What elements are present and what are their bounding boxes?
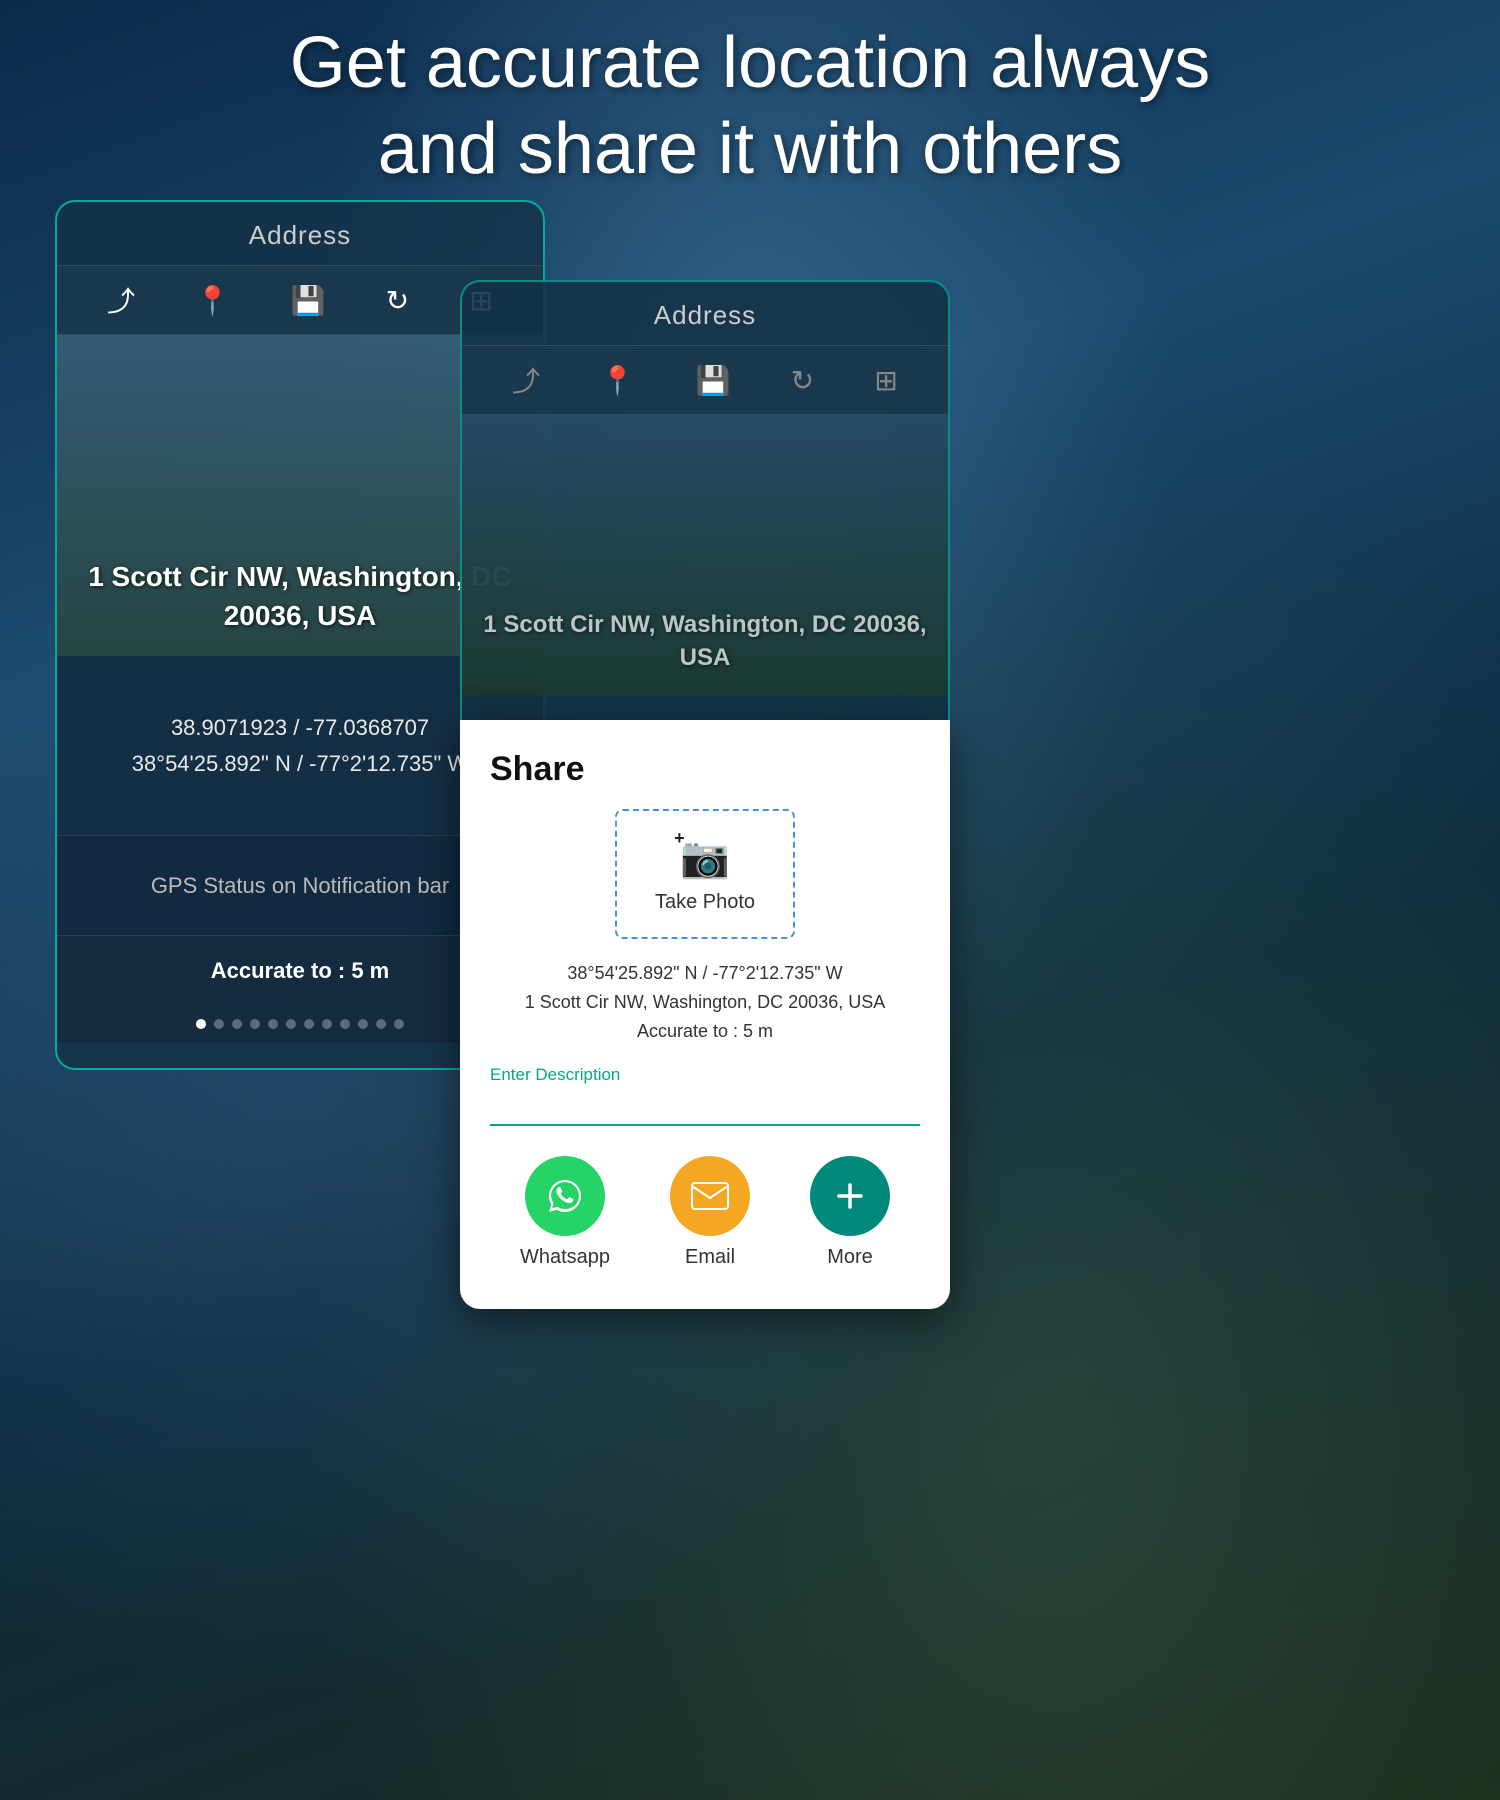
email-label: Email xyxy=(685,1246,735,1269)
headline: Get accurate location always and share i… xyxy=(0,20,1500,193)
card-front-address: 1 Scott Cir NW, Washington, DC 20036, US… xyxy=(482,608,928,675)
share-address: 1 Scott Cir NW, Washington, DC 20036, US… xyxy=(490,988,920,1017)
grid-icon-front[interactable]: ⊞ xyxy=(874,364,897,397)
share-info: 38°54'25.892" N / -77°2'12.735" W 1 Scot… xyxy=(490,959,920,1045)
dot-3[interactable] xyxy=(232,1019,242,1029)
headline-line1: Get accurate location always xyxy=(80,20,1420,106)
dot-1[interactable] xyxy=(196,1019,206,1029)
dot-12[interactable] xyxy=(394,1019,404,1029)
camera-plus-icon: + xyxy=(674,828,685,849)
description-input[interactable] xyxy=(490,1091,920,1126)
camera-icon: + 📷 xyxy=(680,834,730,881)
share-actions: Whatsapp Email More xyxy=(490,1156,920,1269)
location-icon[interactable]: 📍 xyxy=(195,284,230,317)
refresh-icon-front[interactable]: ↻ xyxy=(791,364,814,397)
more-label: More xyxy=(827,1246,873,1269)
dot-10[interactable] xyxy=(358,1019,368,1029)
dot-2[interactable] xyxy=(214,1019,224,1029)
dot-9[interactable] xyxy=(340,1019,350,1029)
location-icon-front[interactable]: 📍 xyxy=(600,364,635,397)
headline-line2: and share it with others xyxy=(80,106,1420,192)
dot-11[interactable] xyxy=(376,1019,386,1029)
share-panel: Share + 📷 Take Photo 38°54'25.892" N / -… xyxy=(460,720,950,1309)
dot-6[interactable] xyxy=(286,1019,296,1029)
whatsapp-button[interactable]: Whatsapp xyxy=(520,1156,610,1269)
dot-7[interactable] xyxy=(304,1019,314,1029)
dot-4[interactable] xyxy=(250,1019,260,1029)
whatsapp-icon xyxy=(525,1156,605,1236)
card-front-image: 1 Scott Cir NW, Washington, DC 20036, US… xyxy=(462,415,948,695)
desc-label: Enter Description xyxy=(490,1065,920,1085)
share-coords: 38°54'25.892" N / -77°2'12.735" W xyxy=(490,959,920,988)
card-front-title: Address xyxy=(462,282,948,345)
email-button[interactable]: Email xyxy=(670,1156,750,1269)
email-icon xyxy=(670,1156,750,1236)
card-back-gps-text: GPS Status on Notification bar xyxy=(151,873,449,899)
share-title: Share xyxy=(490,750,920,789)
dot-8[interactable] xyxy=(322,1019,332,1029)
share-accurate: Accurate to : 5 m xyxy=(490,1017,920,1046)
share-icon[interactable]: ⤴ xyxy=(107,280,135,320)
take-photo-label: Take Photo xyxy=(655,891,755,914)
share-icon-front[interactable]: ⤴ xyxy=(512,360,540,400)
card-back-coords-line2: 38°54'25.892" N / -77°2'12.735" W xyxy=(132,746,468,781)
card-back-coords-line1: 38.9071923 / -77.0368707 xyxy=(171,710,429,745)
save-icon[interactable]: 💾 xyxy=(291,284,326,317)
more-icon xyxy=(810,1156,890,1236)
dot-5[interactable] xyxy=(268,1019,278,1029)
take-photo-button[interactable]: + 📷 Take Photo xyxy=(615,809,795,939)
card-front-toolbar: ⤴ 📍 💾 ↻ ⊞ xyxy=(462,345,948,415)
save-icon-front[interactable]: 💾 xyxy=(696,364,731,397)
card-back-address: 1 Scott Cir NW, Washington, DC 20036, US… xyxy=(77,557,523,635)
card-back-accurate-text: Accurate to : 5 m xyxy=(211,958,390,984)
refresh-icon[interactable]: ↻ xyxy=(386,284,409,317)
whatsapp-label: Whatsapp xyxy=(520,1246,610,1269)
card-back-title: Address xyxy=(57,202,543,265)
more-button[interactable]: More xyxy=(810,1156,890,1269)
